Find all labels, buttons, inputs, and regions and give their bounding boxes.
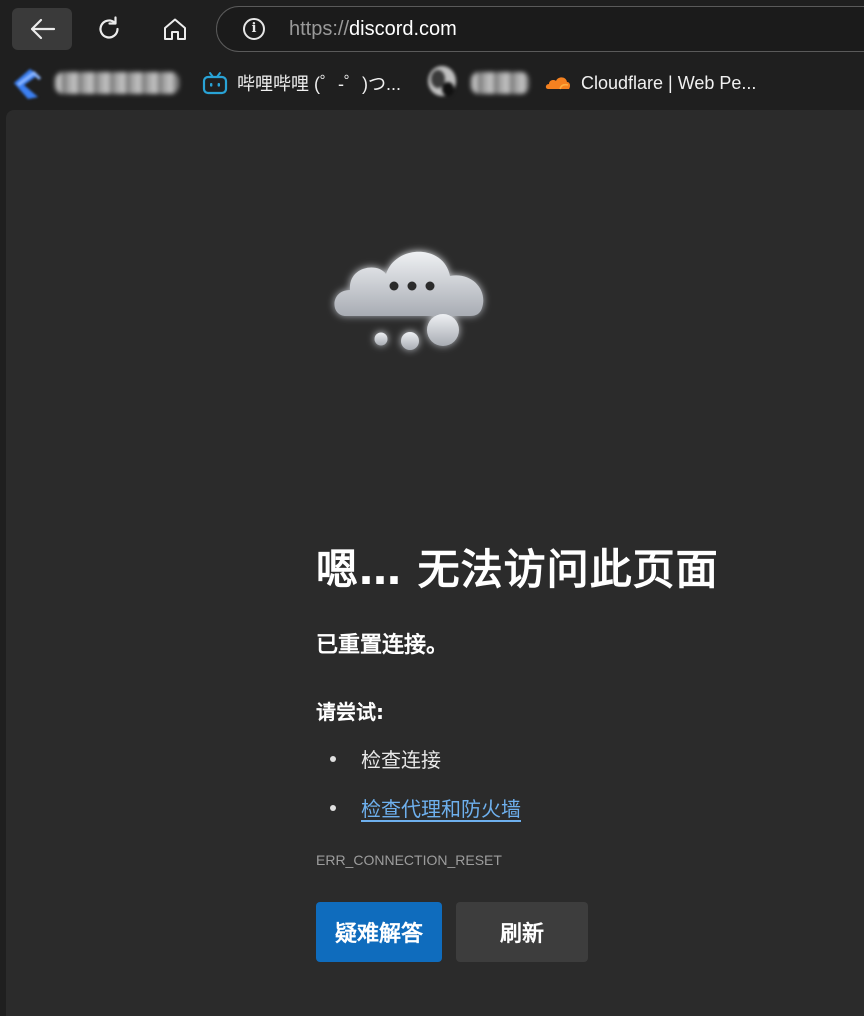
url-scheme: https://: [289, 18, 350, 40]
reload-icon: [99, 16, 119, 39]
obscured-label: [55, 72, 179, 94]
info-icon[interactable]: i: [243, 18, 265, 40]
error-code: ERR_CONNECTION_RESET: [316, 852, 502, 868]
favorite-item-bilibili[interactable]: 哔哩哔哩 (゜-゜)つ...: [202, 58, 401, 108]
blurred-favicon-icon: [424, 63, 462, 103]
cloudflare-icon: [544, 75, 572, 91]
favorite-item-obscured-1[interactable]: [10, 58, 179, 108]
url-text[interactable]: https://discord.com: [289, 18, 457, 41]
try-label: 请尝试:: [316, 700, 384, 724]
address-bar[interactable]: i https://discord.com: [216, 6, 864, 52]
suggestion-item: 检查连接: [330, 744, 441, 773]
obscured-label: [471, 72, 529, 94]
reload-button[interactable]: [80, 8, 138, 50]
favorite-item-cloudflare[interactable]: Cloudflare | Web Pe...: [544, 58, 756, 108]
error-subtitle: 已重置连接。: [316, 633, 449, 658]
page-title: 嗯… 无法访问此页面: [316, 545, 719, 594]
cloud-icon: [334, 251, 484, 350]
refresh-button[interactable]: 刷新: [456, 902, 588, 962]
suggestion-item: 检查代理和防火墙: [330, 793, 521, 822]
favorite-item-obscured-2[interactable]: [424, 58, 529, 108]
arrow-left-icon: [30, 18, 56, 40]
back-button[interactable]: [12, 8, 72, 50]
bilibili-icon: [202, 71, 228, 95]
bullet-icon: [330, 804, 336, 811]
favorites-bar: 哔哩哔哩 (゜-゜)つ... Cloudflare | Web Pe...: [0, 58, 864, 108]
home-icon: [164, 18, 186, 40]
check-proxy-firewall-link[interactable]: 检查代理和防火墙: [361, 793, 521, 822]
url-host: discord.com: [349, 18, 457, 40]
suggestion-check-connection: 检查连接: [361, 748, 441, 772]
blurred-favicon-icon: [10, 65, 46, 101]
bullet-icon: [330, 755, 336, 762]
troubleshoot-button[interactable]: 疑难解答: [316, 902, 442, 962]
favorite-label-cloudflare: Cloudflare | Web Pe...: [581, 72, 757, 93]
favorite-label-bilibili: 哔哩哔哩 (゜-゜)つ...: [237, 74, 401, 94]
browser-toolbar: i https://discord.com: [0, 0, 864, 58]
home-button[interactable]: [146, 8, 204, 50]
